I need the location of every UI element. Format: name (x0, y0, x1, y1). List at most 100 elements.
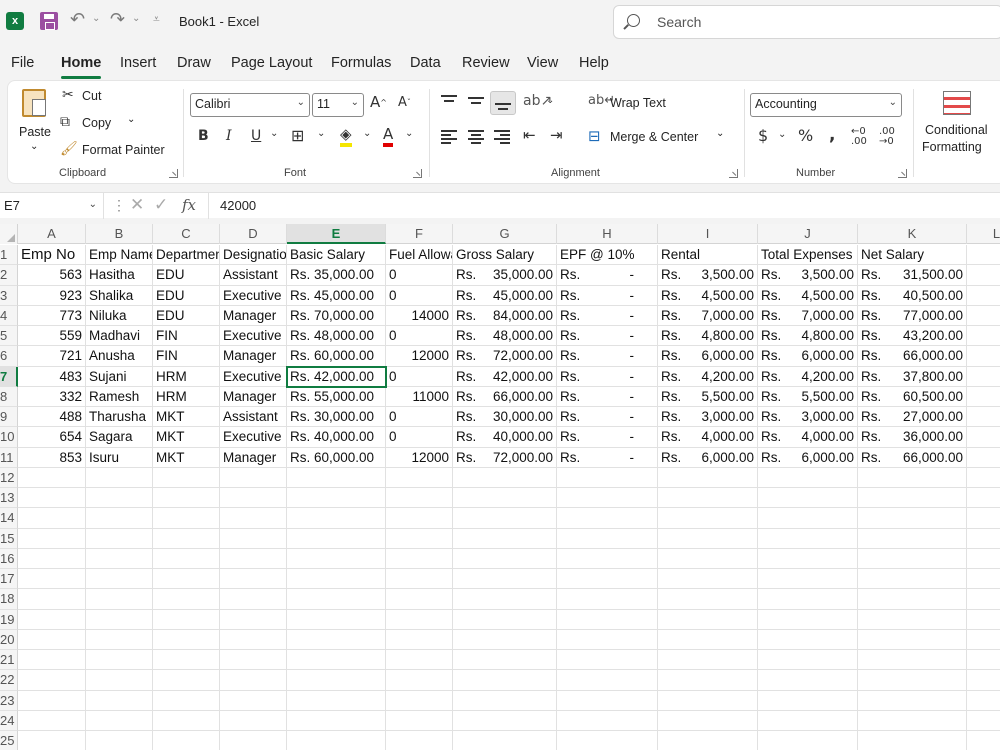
cell-g20[interactable] (453, 629, 557, 650)
cell-e16[interactable] (287, 548, 386, 569)
row-header-4[interactable]: 4 (0, 305, 18, 326)
cell-a10[interactable]: 654 (18, 427, 86, 448)
cell-k25[interactable] (858, 731, 967, 750)
bottom-align-button[interactable] (490, 91, 516, 115)
cell-d22[interactable] (220, 670, 287, 691)
cut-button[interactable]: ✂ Cut (62, 87, 122, 107)
cell-e7-selected[interactable]: Rs. 42,000.00 (286, 365, 387, 388)
column-header-h[interactable]: H (557, 224, 658, 244)
cell-f7[interactable]: 0 (386, 366, 453, 387)
cell-l16[interactable] (967, 549, 1000, 569)
tab-view[interactable]: View (527, 55, 558, 71)
row-header-9[interactable]: 9 (0, 407, 18, 428)
cell-k2[interactable]: Rs. 31,500.00 (858, 265, 967, 286)
cell-h9[interactable]: Rs. - (557, 407, 658, 428)
cell-d9[interactable]: Assistant (220, 407, 287, 428)
cell-h15[interactable] (557, 528, 658, 549)
cell-d19[interactable] (220, 609, 287, 630)
row-header-8[interactable]: 8 (0, 386, 18, 407)
cell-h17[interactable] (557, 569, 658, 590)
cell-g9[interactable]: Rs. 30,000.00 (453, 407, 557, 428)
column-header-i[interactable]: I (658, 224, 758, 244)
cell-c4[interactable]: EDU (153, 305, 220, 326)
cell-g15[interactable] (453, 528, 557, 549)
cell-j5[interactable]: Rs. 4,800.00 (758, 326, 858, 347)
column-header-g[interactable]: G (453, 224, 557, 244)
cell-l19[interactable] (967, 610, 1000, 630)
cell-g24[interactable] (453, 710, 557, 731)
clipboard-launcher-icon[interactable] (169, 169, 178, 178)
cell-i22[interactable] (658, 670, 758, 691)
cell-a11[interactable]: 853 (18, 447, 86, 468)
cell-g14[interactable] (453, 508, 557, 529)
cell-i15[interactable] (658, 528, 758, 549)
cell-b9[interactable]: Tharusha (86, 407, 153, 428)
cell-c15[interactable] (153, 528, 220, 549)
cell-h19[interactable] (557, 609, 658, 630)
cell-l25[interactable] (967, 731, 1000, 750)
cell-k13[interactable] (858, 488, 967, 509)
decrease-decimal-icon[interactable]: .00 →0 (879, 127, 895, 147)
align-right-icon[interactable] (494, 130, 510, 144)
cell-e12[interactable] (287, 467, 386, 488)
cell-c6[interactable]: FIN (153, 346, 220, 367)
more-options-icon[interactable]: ⋮ (112, 197, 126, 214)
cell-d15[interactable] (220, 528, 287, 549)
conditional-formatting-button[interactable]: Conditional Formatting (918, 89, 998, 159)
cell-b18[interactable] (86, 589, 153, 610)
formula-input[interactable]: 42000 (208, 193, 1000, 219)
cell-i6[interactable]: Rs. 6,000.00 (658, 346, 758, 367)
cell-g16[interactable] (453, 548, 557, 569)
cell-k4[interactable]: Rs. 77,000.00 (858, 305, 967, 326)
cell-f17[interactable] (386, 569, 453, 590)
cell-j16[interactable] (758, 548, 858, 569)
cell-l17[interactable] (967, 569, 1000, 590)
cell-l4[interactable] (967, 306, 1000, 326)
currency-icon[interactable]: $ (758, 126, 768, 145)
cell-c14[interactable] (153, 508, 220, 529)
decrease-indent-icon[interactable]: ⇤ (523, 126, 536, 144)
cell-f3[interactable]: 0 (386, 285, 453, 306)
cell-h10[interactable]: Rs. - (557, 427, 658, 448)
cell-e18[interactable] (287, 589, 386, 610)
row-header-21[interactable]: 21 (0, 650, 18, 671)
cell-a9[interactable]: 488 (18, 407, 86, 428)
increase-indent-icon[interactable]: ⇥ (550, 126, 563, 144)
orientation-dropdown-icon[interactable]: ⌄ (546, 95, 554, 106)
cell-e23[interactable] (287, 690, 386, 711)
undo-icon[interactable]: ↶ (70, 9, 85, 30)
cell-g13[interactable] (453, 488, 557, 509)
cell-j25[interactable] (758, 731, 858, 750)
cell-g23[interactable] (453, 690, 557, 711)
cell-c2[interactable]: EDU (153, 265, 220, 286)
cell-g5[interactable]: Rs. 48,000.00 (453, 326, 557, 347)
cell-h4[interactable]: Rs. - (557, 305, 658, 326)
cell-f23[interactable] (386, 690, 453, 711)
number-format-dropdown[interactable]: Accounting ⌄ (750, 93, 902, 117)
cell-c9[interactable]: MKT (153, 407, 220, 428)
cell-i21[interactable] (658, 650, 758, 671)
cell-c13[interactable] (153, 488, 220, 509)
tab-home[interactable]: Home (61, 55, 101, 71)
cell-a6[interactable]: 721 (18, 346, 86, 367)
row-header-18[interactable]: 18 (0, 589, 18, 610)
cell-j8[interactable]: Rs. 5,500.00 (758, 386, 858, 407)
cell-h13[interactable] (557, 488, 658, 509)
cell-d2[interactable]: Assistant (220, 265, 287, 286)
cell-a5[interactable]: 559 (18, 326, 86, 347)
cell-d25[interactable] (220, 731, 287, 750)
cell-h1[interactable]: EPF @ 10% (557, 245, 658, 266)
cell-i3[interactable]: Rs. 4,500.00 (658, 285, 758, 306)
alignment-launcher-icon[interactable] (729, 169, 738, 178)
cell-b15[interactable] (86, 528, 153, 549)
tab-insert[interactable]: Insert (120, 55, 156, 71)
format-painter-button[interactable]: 🖌 Format Painter (60, 141, 170, 161)
cell-f16[interactable] (386, 548, 453, 569)
cell-c10[interactable]: MKT (153, 427, 220, 448)
cell-b23[interactable] (86, 690, 153, 711)
cell-j17[interactable] (758, 569, 858, 590)
row-header-3[interactable]: 3 (0, 285, 18, 306)
borders-icon[interactable]: ⊞ (291, 126, 304, 145)
cell-b6[interactable]: Anusha (86, 346, 153, 367)
increase-font-size-icon[interactable]: A ^ (370, 93, 387, 111)
